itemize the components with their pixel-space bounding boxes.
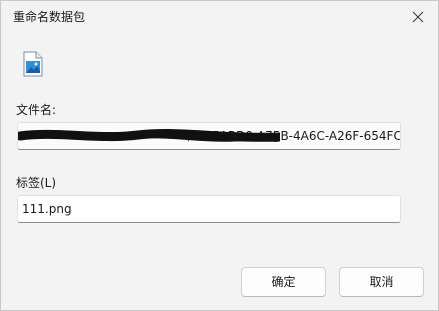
cancel-button[interactable]: 取消: [339, 267, 424, 297]
title-bar: 重命名数据包: [1, 1, 438, 33]
dialog-title: 重命名数据包: [13, 10, 86, 24]
tags-label: 标签(L): [16, 176, 57, 190]
ok-button[interactable]: 确定: [241, 267, 326, 297]
redaction-scribble: [18, 128, 280, 142]
filename-label: 文件名:: [16, 103, 57, 117]
close-button[interactable]: [408, 7, 428, 27]
tags-value: 111.png: [22, 202, 72, 216]
filename-field[interactable]: \8855ABD0-A75B-4A6C-A26F-654FCC3: [17, 122, 401, 150]
close-icon: [412, 11, 424, 23]
image-file-icon: [23, 51, 43, 77]
tags-field[interactable]: 111.png: [17, 195, 401, 223]
rename-package-dialog: 重命名数据包 文件名: \8855ABD0-A75B-4A6C-A26F-654…: [0, 0, 439, 311]
